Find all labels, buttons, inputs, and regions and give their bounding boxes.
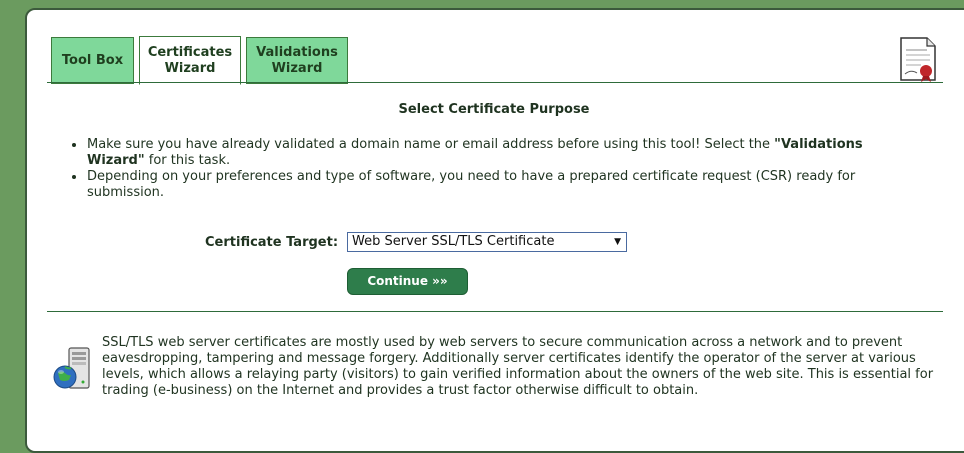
tab-certificates-wizard[interactable]: Certificates Wizard — [139, 36, 241, 85]
tab-tool-box-label: Tool Box — [61, 52, 124, 68]
certificate-target-select[interactable]: Web Server SSL/TLS Certificate ▼ — [347, 232, 627, 252]
certificate-target-label: Certificate Target: — [205, 235, 339, 250]
tab-tool-box[interactable]: Tool Box — [51, 37, 134, 84]
certificate-icon — [900, 37, 936, 82]
main-panel: Tool Box Certificates Wizard Validations W… — [25, 8, 964, 453]
tab-bar: Tool Box Certificates Wizard Validations W… — [51, 34, 348, 85]
server-globe-icon — [53, 347, 90, 389]
bullet-text: Make sure you have already validated a d… — [87, 137, 775, 152]
dropdown-arrow-icon: ▼ — [614, 237, 621, 247]
tab-underline — [47, 82, 943, 83]
list-item: Depending on your preferences and type o… — [72, 169, 907, 201]
certificate-target-value: Web Server SSL/TLS Certificate — [352, 234, 555, 249]
server-certificate-description: SSL/TLS web server certificates are most… — [102, 335, 934, 398]
section-divider — [47, 311, 943, 312]
list-item: Make sure you have already validated a d… — [72, 137, 907, 169]
continue-button[interactable]: Continue »» — [347, 268, 468, 295]
bullet-text: for this task. — [144, 153, 231, 168]
bullet-text: Depending on your preferences and type o… — [87, 169, 856, 200]
tab-certificates-wizard-label: Certificates Wizard — [147, 44, 233, 76]
tab-validations-wizard[interactable]: Validations Wizard — [246, 37, 348, 84]
tab-validations-wizard-label: Validations Wizard — [256, 44, 338, 76]
instruction-list: Make sure you have already validated a d… — [72, 137, 907, 201]
page-title: Select Certificate Purpose — [398, 102, 590, 117]
